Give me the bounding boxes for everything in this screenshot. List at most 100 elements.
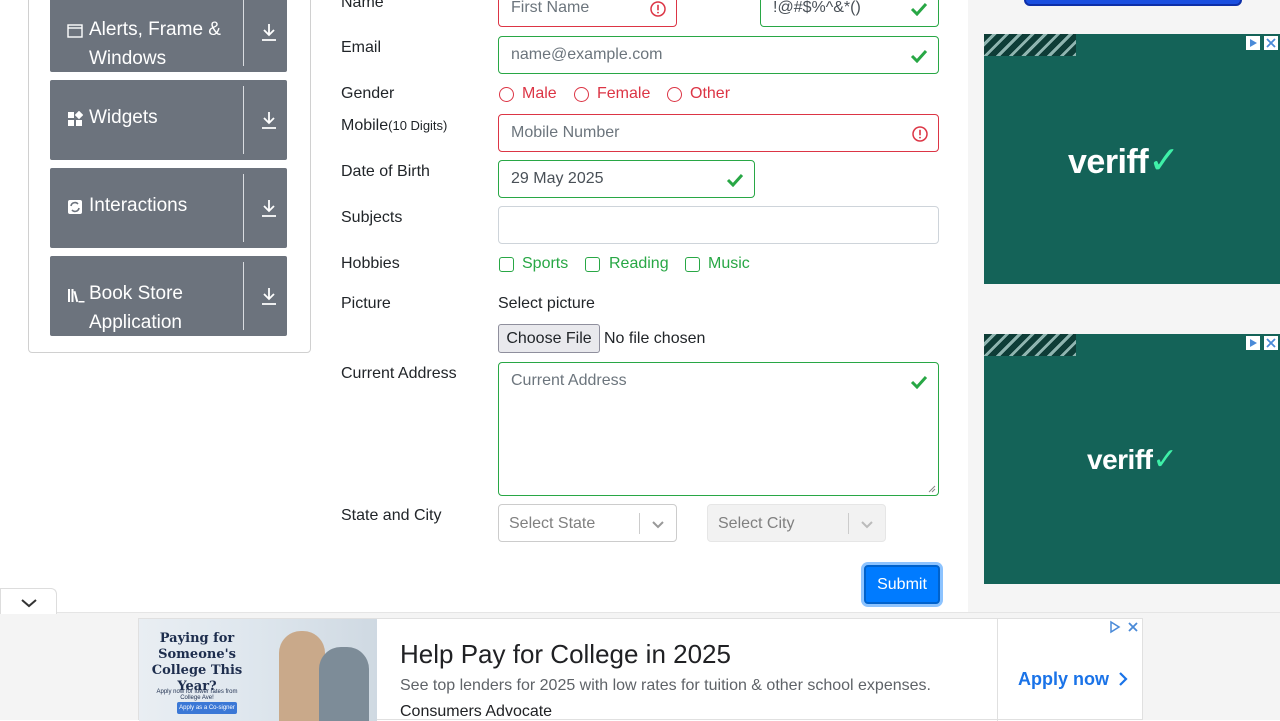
adchoices-icon[interactable] <box>1246 336 1260 350</box>
banner-subtitle: See top lenders for 2025 with low rates … <box>400 677 931 694</box>
veriff-mark-icon: ✓ <box>1152 443 1178 476</box>
interactions-icon <box>68 200 82 214</box>
gender-female-label[interactable]: Female <box>597 85 650 103</box>
gender-other-label[interactable]: Other <box>690 85 730 103</box>
check-icon <box>910 375 928 389</box>
city-placeholder: Select City <box>718 515 795 532</box>
sidebar-group-label: Book Store Application <box>89 283 183 333</box>
veriff-ad-2[interactable]: veriff✓ <box>984 334 1280 584</box>
close-icon[interactable] <box>1264 336 1278 350</box>
gender-female-radio[interactable] <box>574 87 589 102</box>
hobby-reading-label[interactable]: Reading <box>609 255 669 273</box>
gender-other-radio[interactable] <box>667 87 682 102</box>
ad-stripe-decoration <box>984 334 1076 356</box>
hobby-music-label[interactable]: Music <box>708 255 750 273</box>
veriff-mark-icon: ✓ <box>1148 140 1180 182</box>
sidebar-group-widgets[interactable]: Widgets <box>50 80 287 160</box>
hobby-sports-checkbox[interactable] <box>499 257 514 272</box>
chevron-down-icon <box>21 599 37 608</box>
hobbies-label: Hobbies <box>341 255 400 272</box>
first-name-placeholder: First Name <box>511 0 590 16</box>
mobile-input[interactable]: Mobile Number <box>498 114 939 152</box>
apply-now-button[interactable]: Apply now <box>1018 669 1128 690</box>
email-placeholder: name@example.com <box>511 46 663 63</box>
group-divider <box>243 262 244 330</box>
address-label: Current Address <box>341 365 457 382</box>
sidebar-group-label: Alerts, Frame & Windows <box>89 19 221 69</box>
sidebar-group-interactions[interactable]: Interactions <box>50 168 287 248</box>
gender-male-radio[interactable] <box>499 87 514 102</box>
banner-image-headline: Paying for Someone's College This Year? <box>151 631 243 694</box>
veriff-logo-text: veriff <box>1068 143 1149 181</box>
mobile-placeholder: Mobile Number <box>511 124 620 141</box>
close-icon[interactable] <box>1126 620 1140 634</box>
resize-handle-icon[interactable] <box>928 485 936 493</box>
subjects-input[interactable] <box>498 206 939 244</box>
sidebar-group-book-store[interactable]: Book Store Application <box>50 256 287 336</box>
submit-button[interactable]: Submit <box>864 565 940 604</box>
apply-now-label: Apply now <box>1018 669 1109 689</box>
city-select[interactable]: Select City <box>707 504 886 542</box>
error-icon <box>912 126 928 142</box>
veriff-logo: veriff✓ <box>1087 442 1178 477</box>
choose-file-button[interactable]: Choose File <box>498 324 600 353</box>
banner-title[interactable]: Help Pay for College in 2025 <box>400 639 731 670</box>
banner-divider <box>997 619 998 721</box>
dob-input[interactable]: 29 May 2025 <box>498 160 755 198</box>
books-icon <box>68 289 85 303</box>
state-city-label: State and City <box>341 507 442 524</box>
widgets-icon <box>68 111 83 126</box>
address-textarea[interactable]: Current Address <box>498 362 939 496</box>
email-label: Email <box>341 39 382 56</box>
mobile-label-text: Mobile <box>341 117 389 134</box>
hobby-reading-checkbox[interactable] <box>585 257 600 272</box>
error-icon <box>650 1 666 17</box>
gender-male-label[interactable]: Male <box>522 85 557 103</box>
mobile-hint: (10 Digits) <box>388 118 448 133</box>
download-icon[interactable] <box>260 22 278 42</box>
last-name-input[interactable]: !@#$%^&*() <box>760 0 939 27</box>
collapse-ad-tab[interactable] <box>0 588 57 614</box>
ad-stripe-decoration <box>984 34 1076 56</box>
state-select[interactable]: Select State <box>498 504 677 542</box>
chevron-down-icon <box>861 521 873 529</box>
state-placeholder: Select State <box>509 515 596 532</box>
check-icon <box>726 173 744 187</box>
veriff-ad-1[interactable]: veriff✓ <box>984 34 1280 284</box>
no-file-text: No file chosen <box>604 330 706 347</box>
banner-image-button: Apply as a Co-signer <box>177 702 237 714</box>
download-icon[interactable] <box>260 198 278 218</box>
chevron-down-icon <box>652 521 664 529</box>
sidebar-group-alerts-frame-windows[interactable]: Alerts, Frame & Windows <box>50 0 287 72</box>
group-divider <box>243 86 244 154</box>
picture-label: Picture <box>341 295 391 312</box>
adchoices-icon[interactable] <box>1246 36 1260 50</box>
hobby-music-checkbox[interactable] <box>685 257 700 272</box>
first-name-input[interactable]: First Name <box>498 0 677 27</box>
banner-image: Paying for Someone's College This Year? … <box>139 619 377 721</box>
group-divider <box>243 0 244 66</box>
hobby-sports-label[interactable]: Sports <box>522 255 568 273</box>
email-input[interactable]: name@example.com <box>498 36 939 74</box>
banner-brand: Consumers Advocate <box>400 703 553 720</box>
veriff-logo-text: veriff <box>1087 444 1153 475</box>
download-icon[interactable] <box>260 110 278 130</box>
window-icon <box>67 24 83 38</box>
chevron-right-icon <box>1119 672 1128 686</box>
sidebar-group-label: Interactions <box>89 195 188 216</box>
mobile-label: Mobile(10 Digits) <box>341 117 447 135</box>
adchoices-icon[interactable] <box>1108 620 1122 634</box>
sidebar-group-label: Widgets <box>89 107 158 128</box>
subjects-label: Subjects <box>341 209 403 226</box>
dob-value: 29 May 2025 <box>511 170 604 187</box>
name-label: Name <box>341 0 384 11</box>
download-icon[interactable] <box>260 286 278 306</box>
person-illustration <box>319 647 369 721</box>
check-icon <box>910 49 928 63</box>
ad-top-button[interactable] <box>1024 0 1242 6</box>
college-banner-ad[interactable]: Paying for Someone's College This Year? … <box>138 618 1143 721</box>
close-icon[interactable] <box>1264 36 1278 50</box>
veriff-logo: veriff✓ <box>1068 138 1180 183</box>
group-divider <box>243 174 244 242</box>
gender-label: Gender <box>341 85 395 102</box>
